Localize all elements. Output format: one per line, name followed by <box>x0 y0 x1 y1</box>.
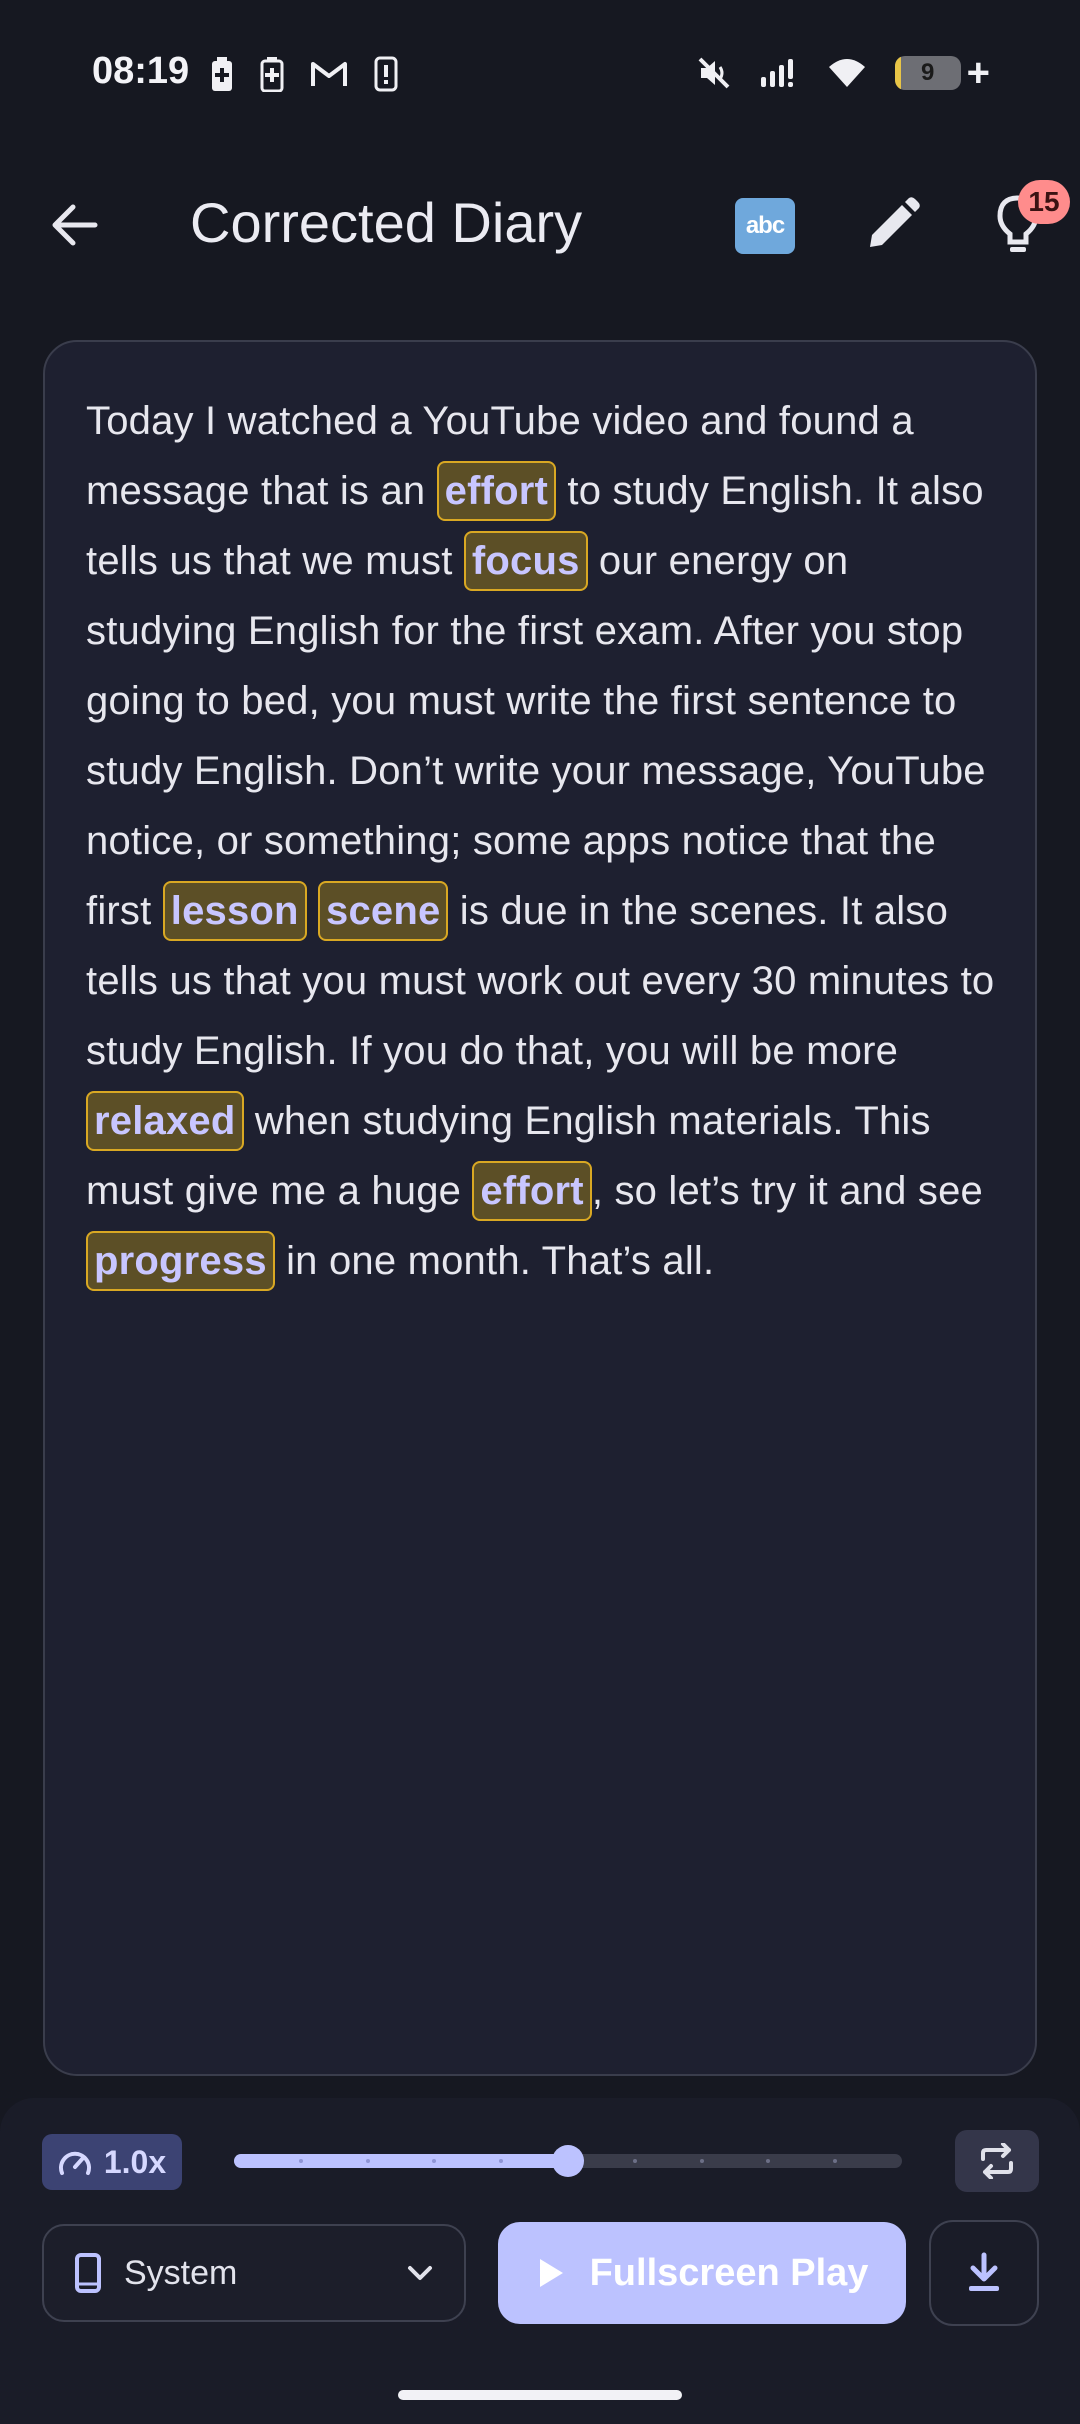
wifi-icon <box>828 59 865 87</box>
play-label: Fullscreen Play <box>589 2251 869 2294</box>
battery-saver-icon <box>212 57 232 91</box>
status-bar: 08:19 9 + <box>0 0 1080 150</box>
signal-icon <box>760 59 793 87</box>
app-bar: Corrected Diary abc 15 <box>0 150 1080 300</box>
battery-indicator: 9 <box>894 56 961 90</box>
corrected-word[interactable]: lesson <box>162 881 307 941</box>
slider-thumb[interactable] <box>552 2145 584 2177</box>
voice-label: System <box>124 2253 238 2292</box>
battery-level-text: 9 <box>920 59 935 86</box>
status-time: 08:19 <box>92 50 190 92</box>
diary-text-segment: our energy on studying English for the f… <box>86 539 986 933</box>
slider-tick <box>833 2159 838 2163</box>
edit-button[interactable] <box>862 195 922 255</box>
hint-count-badge: 15 <box>1018 180 1070 224</box>
progress-slider[interactable] <box>234 2145 902 2177</box>
corrected-word[interactable]: progress <box>86 1231 275 1291</box>
mute-icon <box>698 57 730 89</box>
download-button[interactable] <box>929 2220 1039 2326</box>
speedometer-icon <box>58 2151 91 2175</box>
battery-charging-icon <box>260 57 284 92</box>
page-title: Corrected Diary <box>190 191 583 254</box>
voice-select[interactable]: System <box>42 2224 466 2322</box>
abc-icon: abc <box>745 212 785 239</box>
charging-plus-icon: + <box>966 51 990 95</box>
repeat-button[interactable] <box>955 2130 1039 2192</box>
phone-icon <box>75 2253 101 2293</box>
slider-tick <box>365 2159 370 2163</box>
corrected-word[interactable]: effort <box>436 461 557 521</box>
status-left-icons <box>210 56 398 92</box>
pencil-icon <box>870 197 920 247</box>
speed-label: 1.0x <box>103 2143 167 2180</box>
battery-fill <box>894 56 901 90</box>
back-button[interactable] <box>40 190 110 260</box>
corrected-word[interactable]: focus <box>463 531 588 591</box>
diary-text: Today I watched a YouTube video and foun… <box>86 386 1006 1296</box>
corrected-word[interactable]: relaxed <box>86 1091 244 1151</box>
speed-button[interactable]: 1.0x <box>42 2134 182 2190</box>
fullscreen-play-button[interactable]: Fullscreen Play <box>498 2222 906 2324</box>
status-right-icons: 9 + <box>697 51 990 95</box>
corrected-word[interactable]: scene <box>318 881 449 941</box>
slider-tick <box>766 2159 771 2163</box>
spellcheck-button[interactable]: abc <box>735 198 795 254</box>
corrected-word[interactable]: effort <box>472 1161 592 1221</box>
chevron-down-icon <box>408 2266 432 2280</box>
home-indicator[interactable] <box>398 2390 682 2400</box>
device-alert-icon <box>374 56 398 92</box>
diary-text-segment <box>307 889 318 933</box>
diary-text-segment: , so let’s try it and see <box>591 1169 983 1213</box>
slider-tick <box>298 2159 303 2163</box>
repeat-icon <box>981 2143 1013 2179</box>
play-icon <box>539 2259 563 2287</box>
gmail-icon <box>311 62 347 86</box>
slider-tick <box>632 2159 637 2163</box>
diary-text-segment: in one month. That’s all. <box>274 1239 715 1283</box>
slider-tick <box>699 2159 704 2163</box>
arrow-left-icon <box>52 204 98 246</box>
download-icon <box>969 2252 999 2291</box>
slider-fill <box>234 2154 568 2168</box>
